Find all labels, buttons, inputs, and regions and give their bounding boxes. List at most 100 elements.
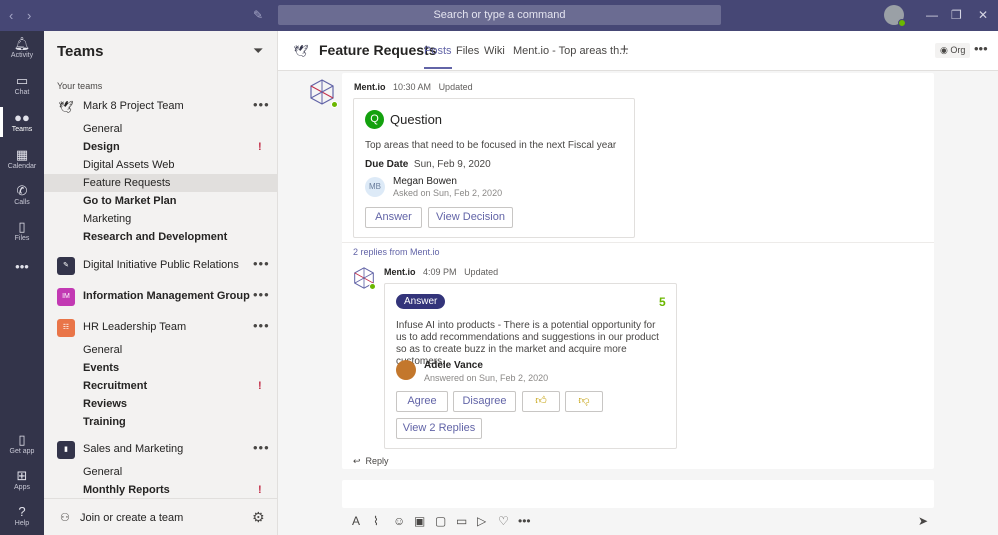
channel-label: Research and Development xyxy=(83,231,228,243)
emoji-icon[interactable]: ☺ xyxy=(393,514,405,528)
calendar-icon: ▦ xyxy=(15,147,29,162)
org-button[interactable]: ◉ Org xyxy=(935,43,971,58)
team-mark8[interactable]: 🕊︎ Mark 8 Project Team ••• xyxy=(44,96,278,118)
rail-label: Get app xyxy=(9,448,35,455)
attach-icon[interactable]: ⌇ xyxy=(373,514,379,528)
team-info-mgmt[interactable]: IM Information Management Group ••• xyxy=(44,286,278,308)
gear-icon[interactable]: ⚙ xyxy=(252,509,265,526)
channel-label: Feature Requests xyxy=(83,177,171,189)
close-icon[interactable]: ✕ xyxy=(978,8,988,22)
reply-link[interactable]: ↩ Reply xyxy=(353,456,389,467)
channel-item[interactable]: Recruitment! xyxy=(44,377,278,395)
asked-on: Asked on Sun, Feb 2, 2020 xyxy=(393,188,503,198)
channel-label: General xyxy=(83,466,123,478)
agree-button[interactable]: Agree xyxy=(396,391,448,412)
team-name: Sales and Marketing xyxy=(83,443,184,455)
compose-box[interactable] xyxy=(342,480,934,508)
more-options-icon[interactable]: ••• xyxy=(253,318,270,333)
replies-link[interactable]: 2 replies from Ment.io xyxy=(353,247,440,257)
channel-item[interactable]: Design! xyxy=(44,138,278,156)
more-options-icon[interactable]: ••• xyxy=(253,256,270,271)
gif-icon[interactable]: ▣ xyxy=(414,514,425,528)
rail-get-app[interactable]: ▯ Get app xyxy=(0,433,44,456)
add-tab-icon[interactable]: + xyxy=(620,41,629,58)
channel-label: General xyxy=(83,344,123,356)
channel-item[interactable]: General xyxy=(44,341,278,359)
send-later-icon[interactable]: ▷ xyxy=(477,514,486,528)
compose-icon[interactable]: ✎ xyxy=(253,8,263,22)
rail-more[interactable]: ••• xyxy=(0,260,44,275)
channel-item[interactable]: Events xyxy=(44,359,278,377)
more-options-icon[interactable]: ••• xyxy=(253,287,270,302)
channel-item[interactable]: Monthly Reports! xyxy=(44,481,278,499)
channel-label: Recruitment xyxy=(83,380,148,392)
filter-icon[interactable]: ⏷ xyxy=(253,43,263,59)
team-sales[interactable]: ▮ Sales and Marketing ••• xyxy=(44,439,278,461)
team-digital-initiative[interactable]: ✎ Digital Initiative Public Relations ••… xyxy=(44,255,278,277)
more-options-icon[interactable]: ••• xyxy=(974,41,988,56)
praise-icon[interactable]: ♡ xyxy=(498,514,509,528)
channel-item[interactable]: Reviews xyxy=(44,395,278,413)
search-input[interactable]: Search or type a command xyxy=(278,5,721,25)
tab-mentio[interactable]: Ment.io - Top areas th... xyxy=(513,45,628,57)
answer-score: 5 xyxy=(659,295,666,309)
answerer-name: Adele Vance xyxy=(424,360,483,371)
channel-item[interactable]: Go to Market Plan xyxy=(44,192,278,210)
minimize-icon[interactable]: — xyxy=(926,8,938,22)
rail-files[interactable]: ▯ Files xyxy=(0,220,44,243)
rail-calls[interactable]: ✆ Calls xyxy=(0,184,44,207)
channel-label: Digital Assets Web xyxy=(83,159,175,171)
rail-teams[interactable]: ●● Teams xyxy=(0,107,44,137)
rail-label: Calendar xyxy=(7,163,37,170)
sticker-icon[interactable]: ▢ xyxy=(435,514,446,528)
channel-item[interactable]: Training xyxy=(44,413,278,431)
presence-dot xyxy=(898,19,906,27)
thumbs-up-icon[interactable]: 👍︎ xyxy=(522,391,560,412)
join-create-team-link[interactable]: Join or create a team xyxy=(80,512,183,524)
more-icon: ••• xyxy=(15,259,29,274)
tab-files[interactable]: Files xyxy=(456,45,479,57)
answer-card: Answer 5 Infuse AI into products - There… xyxy=(384,283,677,449)
thumbs-down-icon[interactable]: 👎︎ xyxy=(565,391,603,412)
presence-dot xyxy=(369,283,376,290)
view-replies-button[interactable]: View 2 Replies xyxy=(396,418,482,439)
rail-help[interactable]: ? Help xyxy=(0,505,44,528)
team-logo-icon: ✎ xyxy=(57,257,75,275)
rail-calendar[interactable]: ▦ Calendar xyxy=(0,147,44,171)
more-options-icon[interactable]: ••• xyxy=(518,514,531,528)
channel-item[interactable]: Research and Development xyxy=(44,228,278,246)
channel-header: 🕊︎ Feature Requests Posts Files Wiki Men… xyxy=(278,31,998,71)
answer-button[interactable]: Answer xyxy=(365,207,422,228)
channel-label: Events xyxy=(83,362,120,374)
section-label: Your teams xyxy=(57,81,103,91)
channel-main: 🕊︎ Feature Requests Posts Files Wiki Men… xyxy=(278,31,998,535)
channel-item[interactable]: Marketing xyxy=(44,210,278,228)
channel-item[interactable]: General xyxy=(44,463,278,481)
forward-arrow-icon[interactable]: › xyxy=(27,8,31,23)
rail-apps[interactable]: ⊞ Apps xyxy=(0,469,44,492)
tab-posts[interactable]: Posts xyxy=(424,45,452,69)
team-logo-icon: ☷ xyxy=(57,319,75,337)
reply-time: 4:09 PM xyxy=(423,267,457,277)
more-options-icon[interactable]: ••• xyxy=(253,97,270,112)
format-icon[interactable]: A xyxy=(352,514,360,528)
send-icon[interactable]: ➤ xyxy=(918,514,928,528)
channel-label: Marketing xyxy=(83,213,132,225)
rail-activity[interactable]: 🔔︎ Activity xyxy=(0,37,44,60)
tab-wiki[interactable]: Wiki xyxy=(484,45,505,57)
meet-icon[interactable]: ▭ xyxy=(456,514,467,528)
disagree-button[interactable]: Disagree xyxy=(453,391,516,412)
channel-item[interactable]: General xyxy=(44,120,278,138)
more-options-icon[interactable]: ••• xyxy=(253,440,270,455)
channel-item[interactable]: Digital Assets Web xyxy=(44,156,278,174)
channel-item-selected[interactable]: Feature Requests xyxy=(44,174,278,192)
user-avatar[interactable] xyxy=(884,5,906,27)
maximize-icon[interactable]: ❐ xyxy=(951,8,962,22)
view-decision-button[interactable]: View Decision xyxy=(428,207,513,228)
rail-label: Teams xyxy=(11,126,33,133)
team-hr[interactable]: ☷ HR Leadership Team ••• xyxy=(44,317,278,339)
rail-label: Files xyxy=(14,235,30,242)
back-arrow-icon[interactable]: ‹ xyxy=(9,8,13,23)
rail-label: Chat xyxy=(14,89,30,96)
rail-chat[interactable]: ▭ Chat xyxy=(0,74,44,97)
